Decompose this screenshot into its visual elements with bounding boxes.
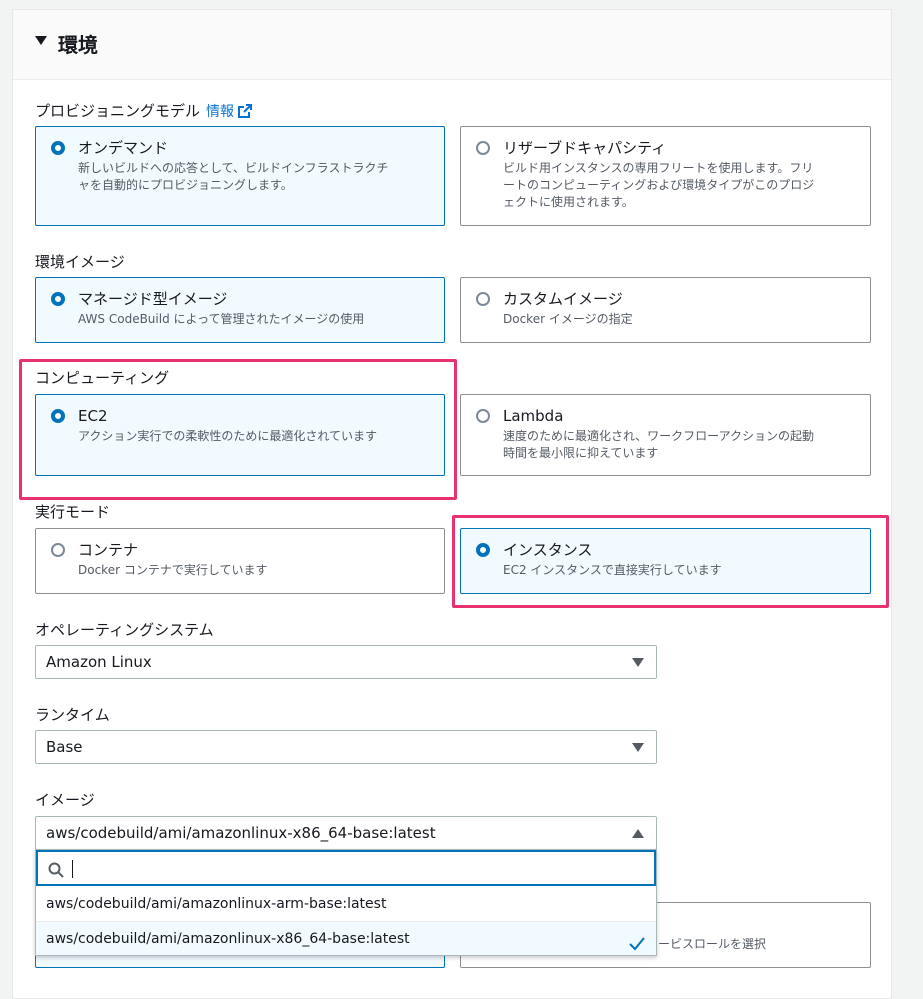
os-select[interactable]: Amazon Linux — [35, 645, 657, 679]
dropdown-option-selected[interactable]: aws/codebuild/ami/amazonlinux-x86_64-bas… — [36, 921, 656, 955]
tile-desc-line: ャを自動的にプロビジョニングします。 — [78, 178, 293, 192]
tile-desc-line: 時間を最小限に抑えています — [503, 446, 659, 460]
runtime-select[interactable]: Base — [35, 730, 657, 764]
caret-up-icon — [632, 829, 644, 838]
provisioning-label: プロビジョニングモデル 情報 — [35, 100, 253, 122]
tile-desc-line: ートのコンピューティングおよび環境タイプがこのプロジ — [503, 178, 815, 192]
tile-title: インスタンス — [503, 541, 593, 559]
tile-desc-line: 新しいビルドへの応答として、ビルドインフラストラクチ — [78, 161, 389, 175]
radio-custom-image[interactable]: カスタムイメージ Docker イメージの指定 — [460, 277, 871, 343]
tile-desc: Docker イメージの指定 — [503, 312, 633, 326]
tile-desc: Docker コンテナで実行しています — [78, 563, 268, 577]
tile-title: オンデマンド — [78, 139, 169, 157]
radio-container[interactable]: コンテナ Docker コンテナで実行しています — [35, 528, 445, 594]
radio-circle[interactable] — [476, 543, 490, 557]
radio-circle[interactable] — [476, 292, 490, 306]
tile-desc: EC2 インスタンスで直接実行しています — [503, 563, 722, 577]
environment-image-label: 環境イメージ — [35, 253, 125, 271]
section-header[interactable]: 環境 — [13, 10, 891, 80]
external-link-icon[interactable] — [238, 104, 253, 122]
caret-down-icon[interactable] — [35, 36, 47, 45]
image-select[interactable]: aws/codebuild/ami/amazonlinux-x86_64-bas… — [35, 816, 657, 850]
check-icon — [628, 931, 646, 965]
radio-ec2[interactable]: EC2 アクション実行での柔軟性のために最適化されています — [35, 394, 445, 476]
radio-on-demand[interactable]: オンデマンド 新しいビルドへの応答として、ビルドインフラストラクチ ャを自動的に… — [35, 126, 445, 226]
tile-title: リザーブドキャパシティ — [503, 139, 667, 157]
caret-down-icon — [632, 658, 644, 667]
tile-desc: ビルド用インスタンスの専用フリートを使用します。フリ ートのコンピューティングお… — [503, 160, 856, 211]
os-label: オペレーティングシステム — [35, 621, 214, 639]
runtime-label: ランタイム — [35, 706, 110, 724]
tile-title: コンテナ — [78, 541, 139, 559]
image-select-value: aws/codebuild/ami/amazonlinux-x86_64-bas… — [46, 824, 436, 842]
tile-desc-line: ェクトに使用されます。 — [503, 195, 634, 209]
tile-desc: ービスロールを選択 — [658, 937, 767, 951]
radio-circle[interactable] — [51, 292, 65, 306]
info-link[interactable]: 情報 — [206, 104, 234, 120]
tile-desc: AWS CodeBuild によって管理されたイメージの使用 — [78, 312, 365, 326]
radio-reserved-capacity[interactable]: リザーブドキャパシティ ビルド用インスタンスの専用フリートを使用します。フリ ー… — [460, 126, 871, 226]
radio-instance[interactable]: インスタンス EC2 インスタンスで直接実行しています — [460, 528, 871, 594]
radio-circle[interactable] — [476, 409, 490, 423]
runtime-select-value: Base — [46, 738, 83, 756]
tile-desc: アクション実行での柔軟性のために最適化されています — [78, 429, 378, 443]
radio-circle[interactable] — [51, 543, 65, 557]
image-dropdown-menu: aws/codebuild/ami/amazonlinux-arm-base:l… — [35, 849, 657, 956]
search-icon — [48, 862, 64, 882]
radio-circle[interactable] — [51, 409, 65, 423]
compute-label: コンピューティング — [35, 369, 170, 387]
tile-title: Lambda — [503, 407, 564, 425]
tile-desc: 速度のために最適化され、ワークフローアクションの起動 時間を最小限に抑えています — [503, 428, 856, 462]
os-select-value: Amazon Linux — [46, 653, 152, 671]
tile-desc-line: ビルド用インスタンスの専用フリートを使用します。フリ — [503, 161, 814, 175]
search-box[interactable] — [36, 850, 656, 886]
tile-desc-line: 速度のために最適化され、ワークフローアクションの起動 — [503, 429, 815, 443]
tile-desc: 新しいビルドへの応答として、ビルドインフラストラクチ ャを自動的にプロビジョニン… — [78, 160, 430, 194]
section-title: 環境 — [58, 33, 98, 57]
provisioning-label-text: プロビジョニングモデル — [35, 102, 201, 120]
radio-circle[interactable] — [51, 141, 65, 155]
tile-title: EC2 — [78, 407, 108, 425]
tile-title: カスタムイメージ — [503, 290, 623, 308]
image-label: イメージ — [35, 791, 95, 809]
dropdown-option-label: aws/codebuild/ami/amazonlinux-x86_64-bas… — [46, 931, 410, 947]
tile-title: マネージド型イメージ — [78, 290, 228, 308]
run-mode-label: 実行モード — [35, 503, 111, 521]
dropdown-option[interactable]: aws/codebuild/ami/amazonlinux-arm-base:l… — [36, 887, 656, 921]
radio-circle[interactable] — [476, 141, 490, 155]
radio-managed-image[interactable]: マネージド型イメージ AWS CodeBuild によって管理されたイメージの使… — [35, 277, 445, 343]
radio-lambda[interactable]: Lambda 速度のために最適化され、ワークフローアクションの起動 時間を最小限… — [460, 394, 871, 476]
caret-down-icon — [632, 743, 644, 752]
search-input[interactable] — [72, 856, 636, 882]
